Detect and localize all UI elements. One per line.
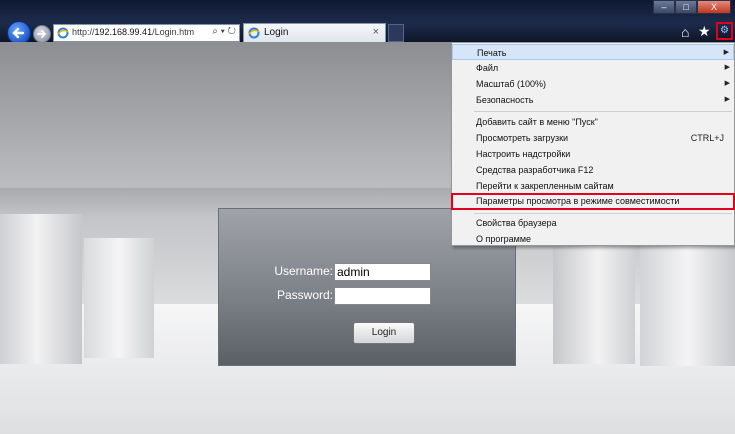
forward-button[interactable] [33, 25, 51, 43]
tab-close-icon[interactable]: × [373, 26, 379, 38]
tab-login[interactable]: Login × [243, 23, 386, 42]
menu-item-label: Свойства браузера [476, 218, 557, 228]
submenu-arrow-icon: ▶ [724, 96, 730, 103]
star-icon[interactable]: ★ [698, 24, 712, 38]
menu-item-manage-addons[interactable]: Настроить надстройки [452, 146, 734, 162]
tools-menu: Печать ▶ Файл ▶ Масштаб (100%) ▶ Безопас… [451, 42, 735, 246]
gear-icon: ⚙ [720, 25, 729, 36]
menu-item-label: Просмотреть загрузки [476, 133, 569, 143]
back-arrow-icon [12, 27, 25, 39]
menu-item-label: Печать [477, 48, 507, 58]
background-pillar-left-inner [84, 238, 154, 358]
menu-item-compatibility-view-settings[interactable]: Параметры просмотра в режиме совместимос… [451, 193, 735, 210]
search-refresh-icons[interactable]: ⌕ ▾ ↻ [212, 26, 236, 37]
menu-item-label: Добавить сайт в меню "Пуск" [476, 117, 598, 127]
submenu-arrow-icon: ▶ [724, 64, 730, 71]
menu-item-label: Файл [476, 63, 499, 73]
background-pillar-right [640, 226, 735, 366]
login-button[interactable]: Login [353, 322, 415, 344]
menu-item-internet-options[interactable]: Свойства браузера [452, 215, 734, 231]
menu-item-label: Перейти к закрепленным сайтам [476, 181, 614, 191]
shortcut-label: CTRL+J [690, 133, 724, 143]
username-input[interactable] [334, 263, 431, 281]
menu-separator [474, 111, 732, 112]
home-icon[interactable]: ⌂ [681, 25, 695, 39]
username-label: Username: [274, 264, 333, 278]
ie-tab-icon [248, 27, 260, 39]
background-pillar-left [0, 214, 82, 364]
window-controls: – □ X [653, 0, 731, 14]
ie-page-icon [57, 27, 69, 39]
submenu-arrow-icon: ▶ [723, 49, 729, 56]
menu-item-zoom[interactable]: Масштаб (100%) ▶ [452, 76, 734, 92]
browser-toolbar: – □ X http://192.168.99.41/Login.htm ⌕ ▾… [0, 0, 735, 45]
menu-item-label: Настроить надстройки [476, 149, 571, 159]
close-window-button[interactable]: X [697, 0, 731, 14]
new-tab-button[interactable] [388, 24, 404, 42]
tab-title: Login [264, 27, 289, 38]
password-input[interactable] [334, 287, 431, 305]
menu-separator [474, 213, 732, 214]
menu-item-label: Параметры просмотра в режиме совместимос… [476, 196, 680, 206]
menu-item-file[interactable]: Файл ▶ [452, 60, 734, 76]
menu-item-security[interactable]: Безопасность ▶ [452, 92, 734, 108]
menu-item-label: Средства разработчика F12 [476, 165, 594, 175]
menu-item-label: О программе [476, 234, 532, 244]
address-bar[interactable]: http://192.168.99.41/Login.htm ⌕ ▾ ↻ [53, 24, 240, 42]
menu-item-add-to-start[interactable]: Добавить сайт в меню "Пуск" [452, 114, 734, 130]
menu-item-label: Масштаб (100%) [476, 79, 547, 89]
tools-button[interactable]: ⚙ [716, 22, 733, 40]
forward-arrow-icon [37, 30, 47, 38]
address-url: http://192.168.99.41/Login.htm [72, 27, 195, 37]
menu-item-label: Безопасность [476, 95, 534, 105]
menu-item-print[interactable]: Печать ▶ [452, 44, 734, 60]
password-label: Password: [276, 288, 333, 302]
menu-item-view-downloads[interactable]: Просмотреть загрузки CTRL+J [452, 130, 734, 146]
maximize-button[interactable]: □ [675, 0, 697, 14]
minimize-button[interactable]: – [653, 0, 675, 14]
submenu-arrow-icon: ▶ [724, 80, 730, 87]
menu-item-about[interactable]: О программе [452, 231, 734, 247]
menu-item-developer-tools[interactable]: Средства разработчика F12 [452, 162, 734, 178]
menu-item-pinned-sites[interactable]: Перейти к закрепленным сайтам [452, 178, 734, 194]
